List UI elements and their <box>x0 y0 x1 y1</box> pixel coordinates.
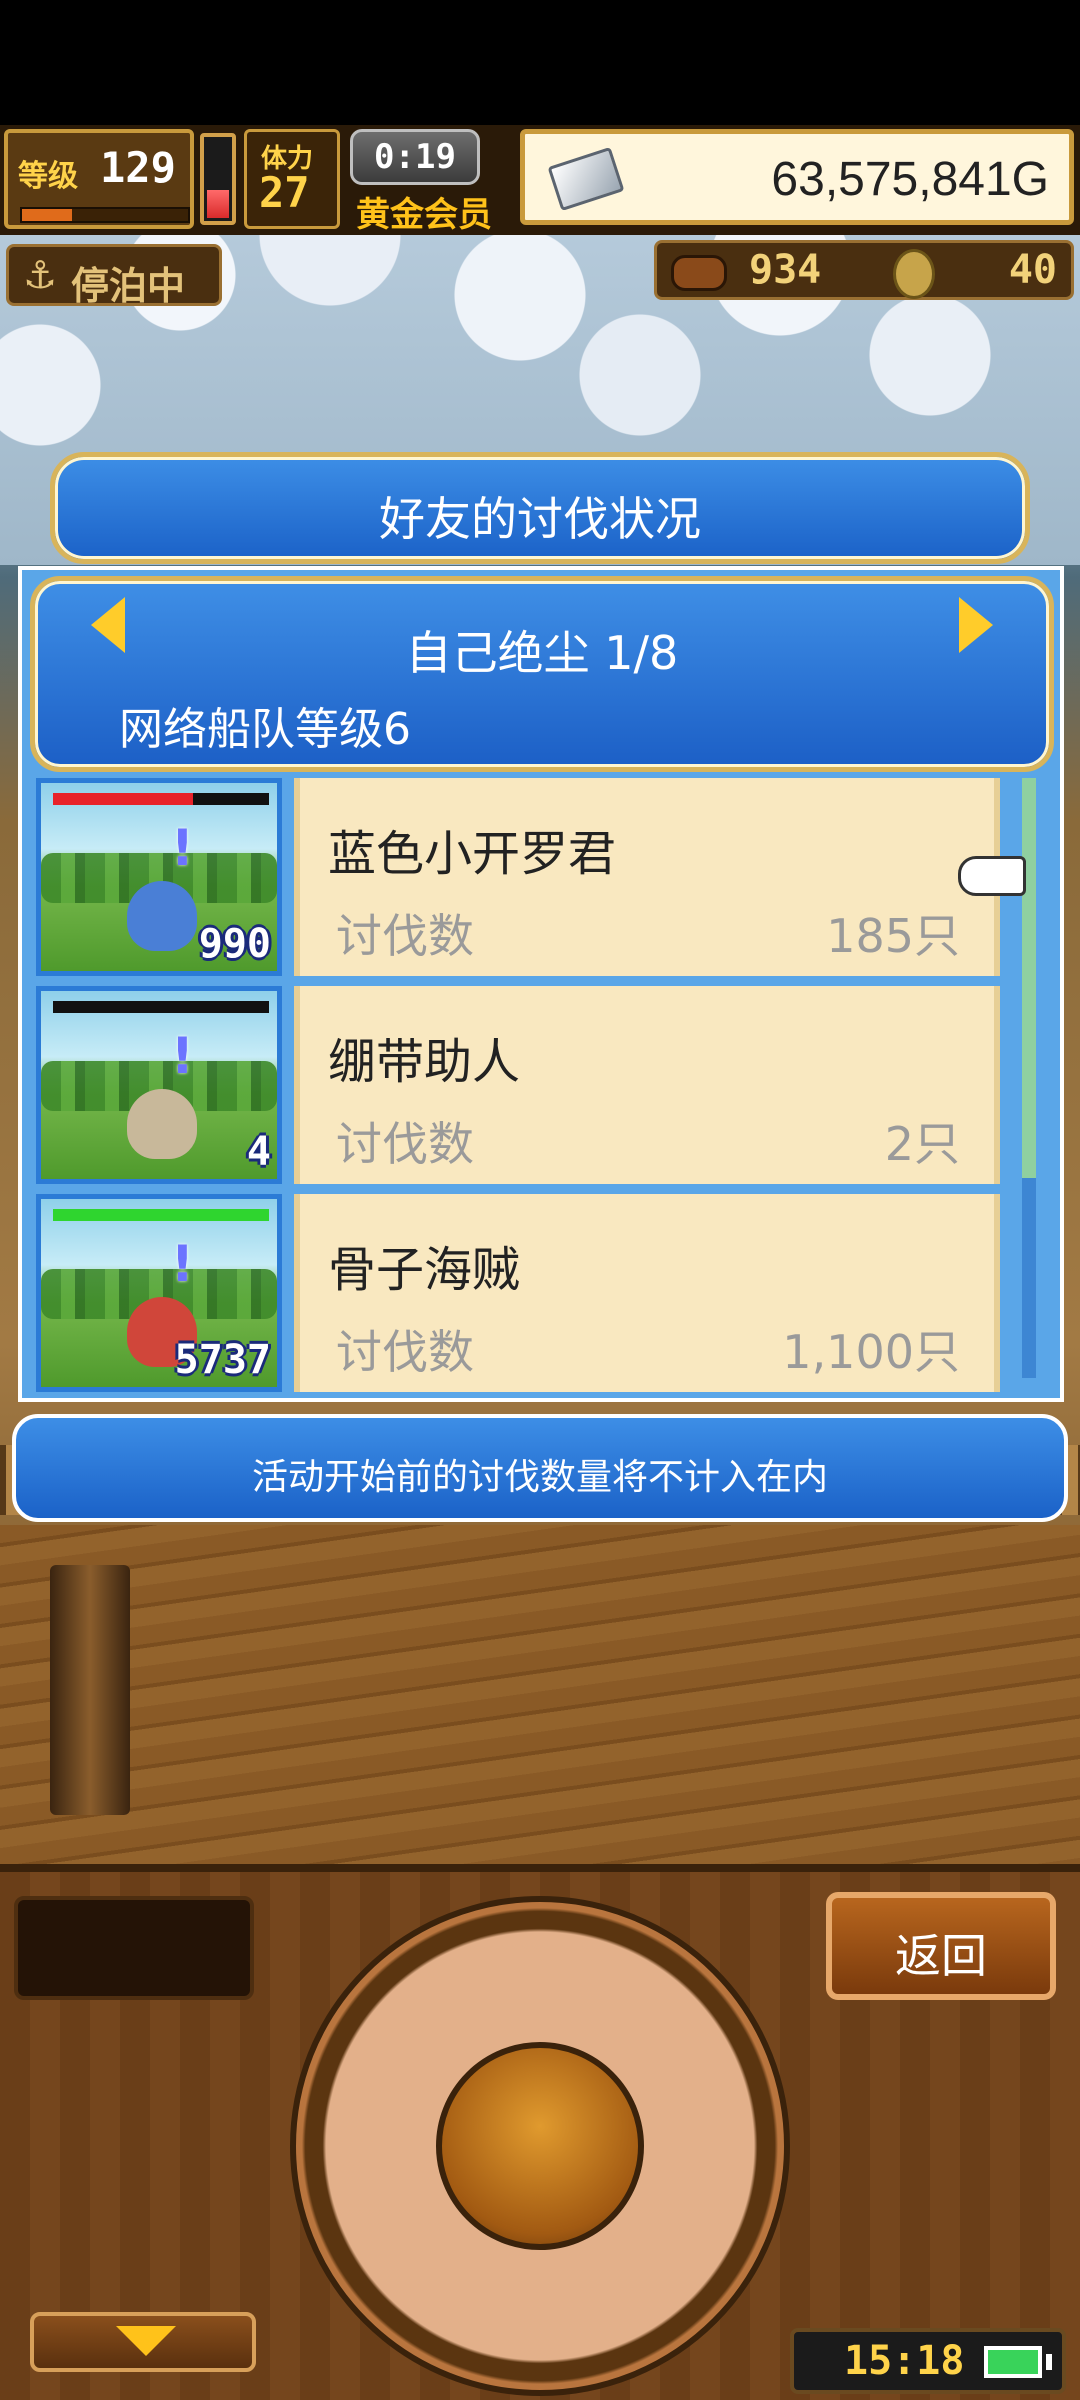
directional-pad[interactable] <box>290 1896 790 2396</box>
chevron-down-icon <box>116 2326 176 2356</box>
stamina-fill <box>207 190 229 218</box>
anchor-icon: ⚓ <box>23 253 58 297</box>
monster-hp-bar <box>53 1001 269 1013</box>
menu-toggle-button[interactable] <box>30 2312 256 2372</box>
monster-hp-bar <box>53 1209 269 1221</box>
level-progress-fill <box>22 209 72 221</box>
control-panel: 返回 15:18 <box>0 1864 1080 2400</box>
ship-deck <box>0 1525 1080 1865</box>
top-hud: 等级 129 体力 27 0:19 黄金会员 63,575,841G <box>0 125 1080 235</box>
list-item[interactable]: ! 5737 骨子海贼 讨伐数 1,100只 <box>32 1194 1042 1392</box>
monster-badge: 990 <box>198 921 271 967</box>
alert-icon: ! <box>171 1027 194 1085</box>
stamina-value: 27 <box>259 168 310 217</box>
resource-panel: 934 40 <box>654 240 1074 300</box>
monster-card[interactable]: 绷带助人 讨伐数 2只 <box>294 986 1000 1184</box>
kill-count-label: 讨伐数 <box>336 909 474 963</box>
monster-hp-bar <box>53 793 269 805</box>
list-scrollbar-thumb[interactable] <box>1022 778 1036 1178</box>
medal-coin-value: 40 <box>1008 247 1057 293</box>
kill-count-value: 2只 <box>884 1117 960 1171</box>
level-panel: 等级 129 <box>4 129 194 229</box>
battery-icon <box>984 2346 1042 2378</box>
gold-value: 63,575,841G <box>771 153 1049 206</box>
monster-sprite <box>127 1089 197 1159</box>
level-value: 129 <box>100 143 176 192</box>
dialog-title: 好友的讨伐状况 <box>379 492 701 546</box>
gold-panel[interactable]: 63,575,841G <box>520 129 1074 225</box>
level-label: 等级 <box>18 159 78 194</box>
vip-badge[interactable]: 黄金会员 <box>356 187 492 236</box>
monster-thumbnail: ! 5737 <box>36 1194 282 1392</box>
action-button[interactable] <box>436 2042 644 2250</box>
alert-icon: ! <box>171 819 194 877</box>
food-value: 934 <box>749 247 822 293</box>
stamina-timer: 0:19 <box>350 129 480 185</box>
monster-badge: 5737 <box>174 1337 271 1383</box>
friend-selector: 自己绝尘 1/8 网络船队等级6 <box>30 576 1054 772</box>
food-icon <box>671 255 727 291</box>
battery-tip <box>1046 2354 1052 2370</box>
ship-mast <box>50 1565 130 1815</box>
kill-count-value: 185只 <box>826 909 960 963</box>
kill-count-label: 讨伐数 <box>336 1117 474 1171</box>
back-button-label: 返回 <box>895 1929 987 1983</box>
alert-icon: ! <box>171 1235 194 1293</box>
kill-count-value: 1,100只 <box>782 1325 960 1379</box>
monster-name: 骨子海贼 <box>328 1242 521 1298</box>
clock-time: 15:18 <box>844 2338 965 2384</box>
monster-badge: 4 <box>246 1129 271 1175</box>
friend-name: 自己绝尘 1/8 <box>405 626 679 680</box>
monster-hp-fill <box>53 793 194 805</box>
back-button[interactable]: 返回 <box>826 1892 1056 2000</box>
docked-label: 停泊中 <box>71 264 186 308</box>
monster-sprite <box>127 881 197 951</box>
clock-panel: 15:18 <box>790 2328 1066 2394</box>
monster-thumbnail: ! 4 <box>36 986 282 1184</box>
notice-banner: 活动开始前的讨伐数量将不计入在内 <box>12 1414 1068 1522</box>
list-item[interactable]: ! 990 蓝色小开罗君 讨伐数 185只 <box>32 778 1042 976</box>
dialog-title-bar: 好友的讨伐状况 <box>50 452 1030 564</box>
monster-hp-fill <box>53 1209 269 1221</box>
monster-list[interactable]: ! 990 蓝色小开罗君 讨伐数 185只 ! 4 绷带助人 讨伐数 2只 ! … <box>32 778 1042 1392</box>
stamina-panel: 体力 27 <box>244 129 340 229</box>
level-progress-bar <box>20 207 190 223</box>
kill-count-label: 讨伐数 <box>336 1325 474 1379</box>
silver-bar-icon <box>547 146 625 212</box>
monster-name: 绷带助人 <box>328 1034 521 1090</box>
docked-status[interactable]: ⚓ 停泊中 <box>6 244 222 308</box>
monster-thumbnail: ! 990 <box>36 778 282 976</box>
notice-text: 活动开始前的讨伐数量将不计入在内 <box>251 1457 828 1498</box>
info-slot <box>14 1896 254 2000</box>
medal-coin-icon <box>893 249 935 299</box>
list-item[interactable]: ! 4 绷带助人 讨伐数 2只 <box>32 986 1042 1184</box>
fleet-level: 网络船队等级6 <box>119 704 411 755</box>
monster-card[interactable]: 蓝色小开罗君 讨伐数 185只 <box>294 778 1000 976</box>
pointing-hand-icon <box>958 856 1026 896</box>
monster-card[interactable]: 骨子海贼 讨伐数 1,100只 <box>294 1194 1000 1392</box>
stamina-vial-icon <box>200 133 236 225</box>
monster-name: 蓝色小开罗君 <box>328 826 617 882</box>
